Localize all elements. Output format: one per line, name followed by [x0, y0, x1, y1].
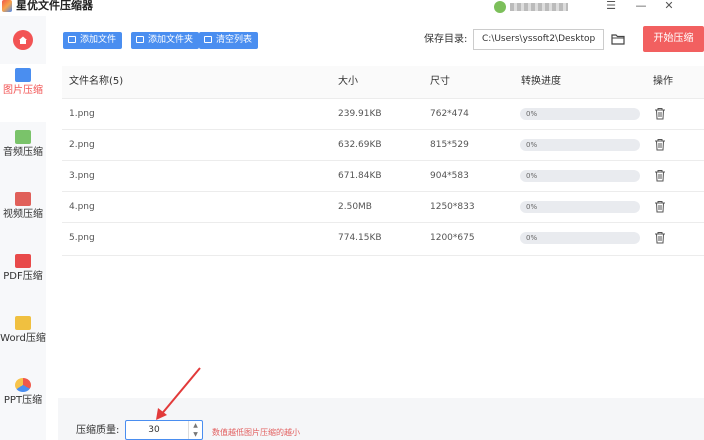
word-icon — [15, 316, 31, 330]
pdf-icon — [15, 254, 31, 268]
header-dimensions: 尺寸 — [430, 76, 450, 87]
table-bottom-border — [62, 255, 704, 256]
save-dir-label: 保存目录: — [424, 34, 468, 45]
quality-label: 压缩质量: — [76, 425, 120, 436]
file-name: 2.png — [69, 140, 95, 150]
file-size: 632.69KB — [338, 140, 382, 150]
user-account[interactable] — [494, 0, 568, 14]
file-dimensions: 904*583 — [430, 171, 469, 181]
annotation-arrow-icon — [156, 367, 201, 420]
file-dimensions: 1250*833 — [430, 202, 475, 212]
app-logo-icon — [2, 0, 12, 12]
audio-icon — [15, 130, 31, 144]
file-name: 1.png — [69, 109, 95, 119]
ppt-icon — [15, 378, 31, 392]
save-dir-field[interactable]: C:\Users\yssoft2\Desktop — [473, 29, 604, 50]
user-avatar[interactable] — [494, 1, 506, 13]
header-size: 大小 — [338, 76, 358, 87]
title-bar: 星优文件压缩器 ☰ — ✕ — [0, 0, 704, 14]
table-row[interactable]: 3.png 671.84KB 904*583 0% — [62, 160, 704, 191]
trash-icon[interactable] — [654, 231, 666, 244]
trash-icon[interactable] — [654, 138, 666, 151]
trash-icon[interactable] — [654, 107, 666, 120]
folder-icon[interactable] — [611, 32, 625, 46]
sidebar: 图片压缩 音频压缩 视频压缩 PDF压缩 Word压缩 PPT压缩 — [0, 16, 46, 440]
progress-bar: 0% — [520, 139, 640, 151]
file-dimensions: 815*529 — [430, 140, 469, 150]
home-icon — [19, 36, 27, 44]
table-row[interactable]: 5.png 774.15KB 1200*675 0% — [62, 222, 704, 253]
file-icon — [68, 36, 76, 43]
stepper-up-icon[interactable]: ▲ — [189, 421, 202, 430]
video-icon — [15, 192, 31, 206]
quality-value[interactable]: 30 — [126, 425, 182, 436]
file-name: 4.png — [69, 202, 95, 212]
trash-icon[interactable] — [654, 200, 666, 213]
progress-bar: 0% — [520, 201, 640, 213]
trash-icon[interactable] — [654, 169, 666, 182]
sidebar-item-pdf[interactable]: PDF压缩 — [0, 250, 46, 308]
table-row[interactable]: 1.png 239.91KB 762*474 0% — [62, 98, 704, 129]
sidebar-item-word[interactable]: Word压缩 — [0, 312, 46, 370]
file-dimensions: 762*474 — [430, 109, 469, 119]
stepper-down-icon[interactable]: ▼ — [189, 430, 202, 439]
add-folder-button[interactable]: 添加文件夹 — [131, 32, 200, 49]
start-compress-button[interactable]: 开始压缩 — [643, 26, 704, 52]
sidebar-item-video[interactable]: 视频压缩 — [0, 188, 46, 246]
close-button[interactable]: ✕ — [658, 0, 680, 14]
header-filename: 文件名称(5) — [69, 76, 124, 87]
file-name: 3.png — [69, 171, 95, 181]
file-dimensions: 1200*675 — [430, 233, 475, 243]
progress-bar: 0% — [520, 170, 640, 182]
app-title: 星优文件压缩器 — [16, 0, 93, 12]
file-size: 774.15KB — [338, 233, 382, 243]
clear-icon — [204, 36, 212, 43]
image-icon — [15, 68, 31, 82]
menu-button[interactable]: ☰ — [600, 0, 622, 14]
folder-plus-icon — [136, 36, 144, 43]
header-actions: 操作 — [653, 76, 673, 87]
table-header: 文件名称(5) 大小 尺寸 转换进度 操作 — [62, 66, 704, 98]
file-size: 2.50MB — [338, 202, 372, 212]
file-name: 5.png — [69, 233, 95, 243]
sidebar-item-audio[interactable]: 音频压缩 — [0, 126, 46, 184]
file-size: 239.91KB — [338, 109, 382, 119]
quality-hint: 数值越低图片压缩的越小 — [212, 428, 300, 437]
clear-list-button[interactable]: 清空列表 — [199, 32, 259, 49]
minimize-button[interactable]: — — [630, 0, 652, 14]
table-row[interactable]: 2.png 632.69KB 815*529 0% — [62, 129, 704, 160]
progress-bar: 0% — [520, 232, 640, 244]
home-button[interactable] — [13, 30, 33, 50]
file-size: 671.84KB — [338, 171, 382, 181]
stepper-buttons[interactable]: ▲ ▼ — [188, 421, 202, 439]
add-file-button[interactable]: 添加文件 — [63, 32, 123, 49]
sidebar-item-image[interactable]: 图片压缩 — [0, 64, 46, 122]
table-row[interactable]: 4.png 2.50MB 1250*833 0% — [62, 191, 704, 222]
progress-bar: 0% — [520, 108, 640, 120]
user-name-blurred — [510, 3, 568, 11]
header-progress: 转换进度 — [521, 76, 561, 87]
sidebar-item-ppt[interactable]: PPT压缩 — [0, 374, 46, 432]
quality-stepper[interactable]: 30 ▲ ▼ — [125, 420, 203, 440]
